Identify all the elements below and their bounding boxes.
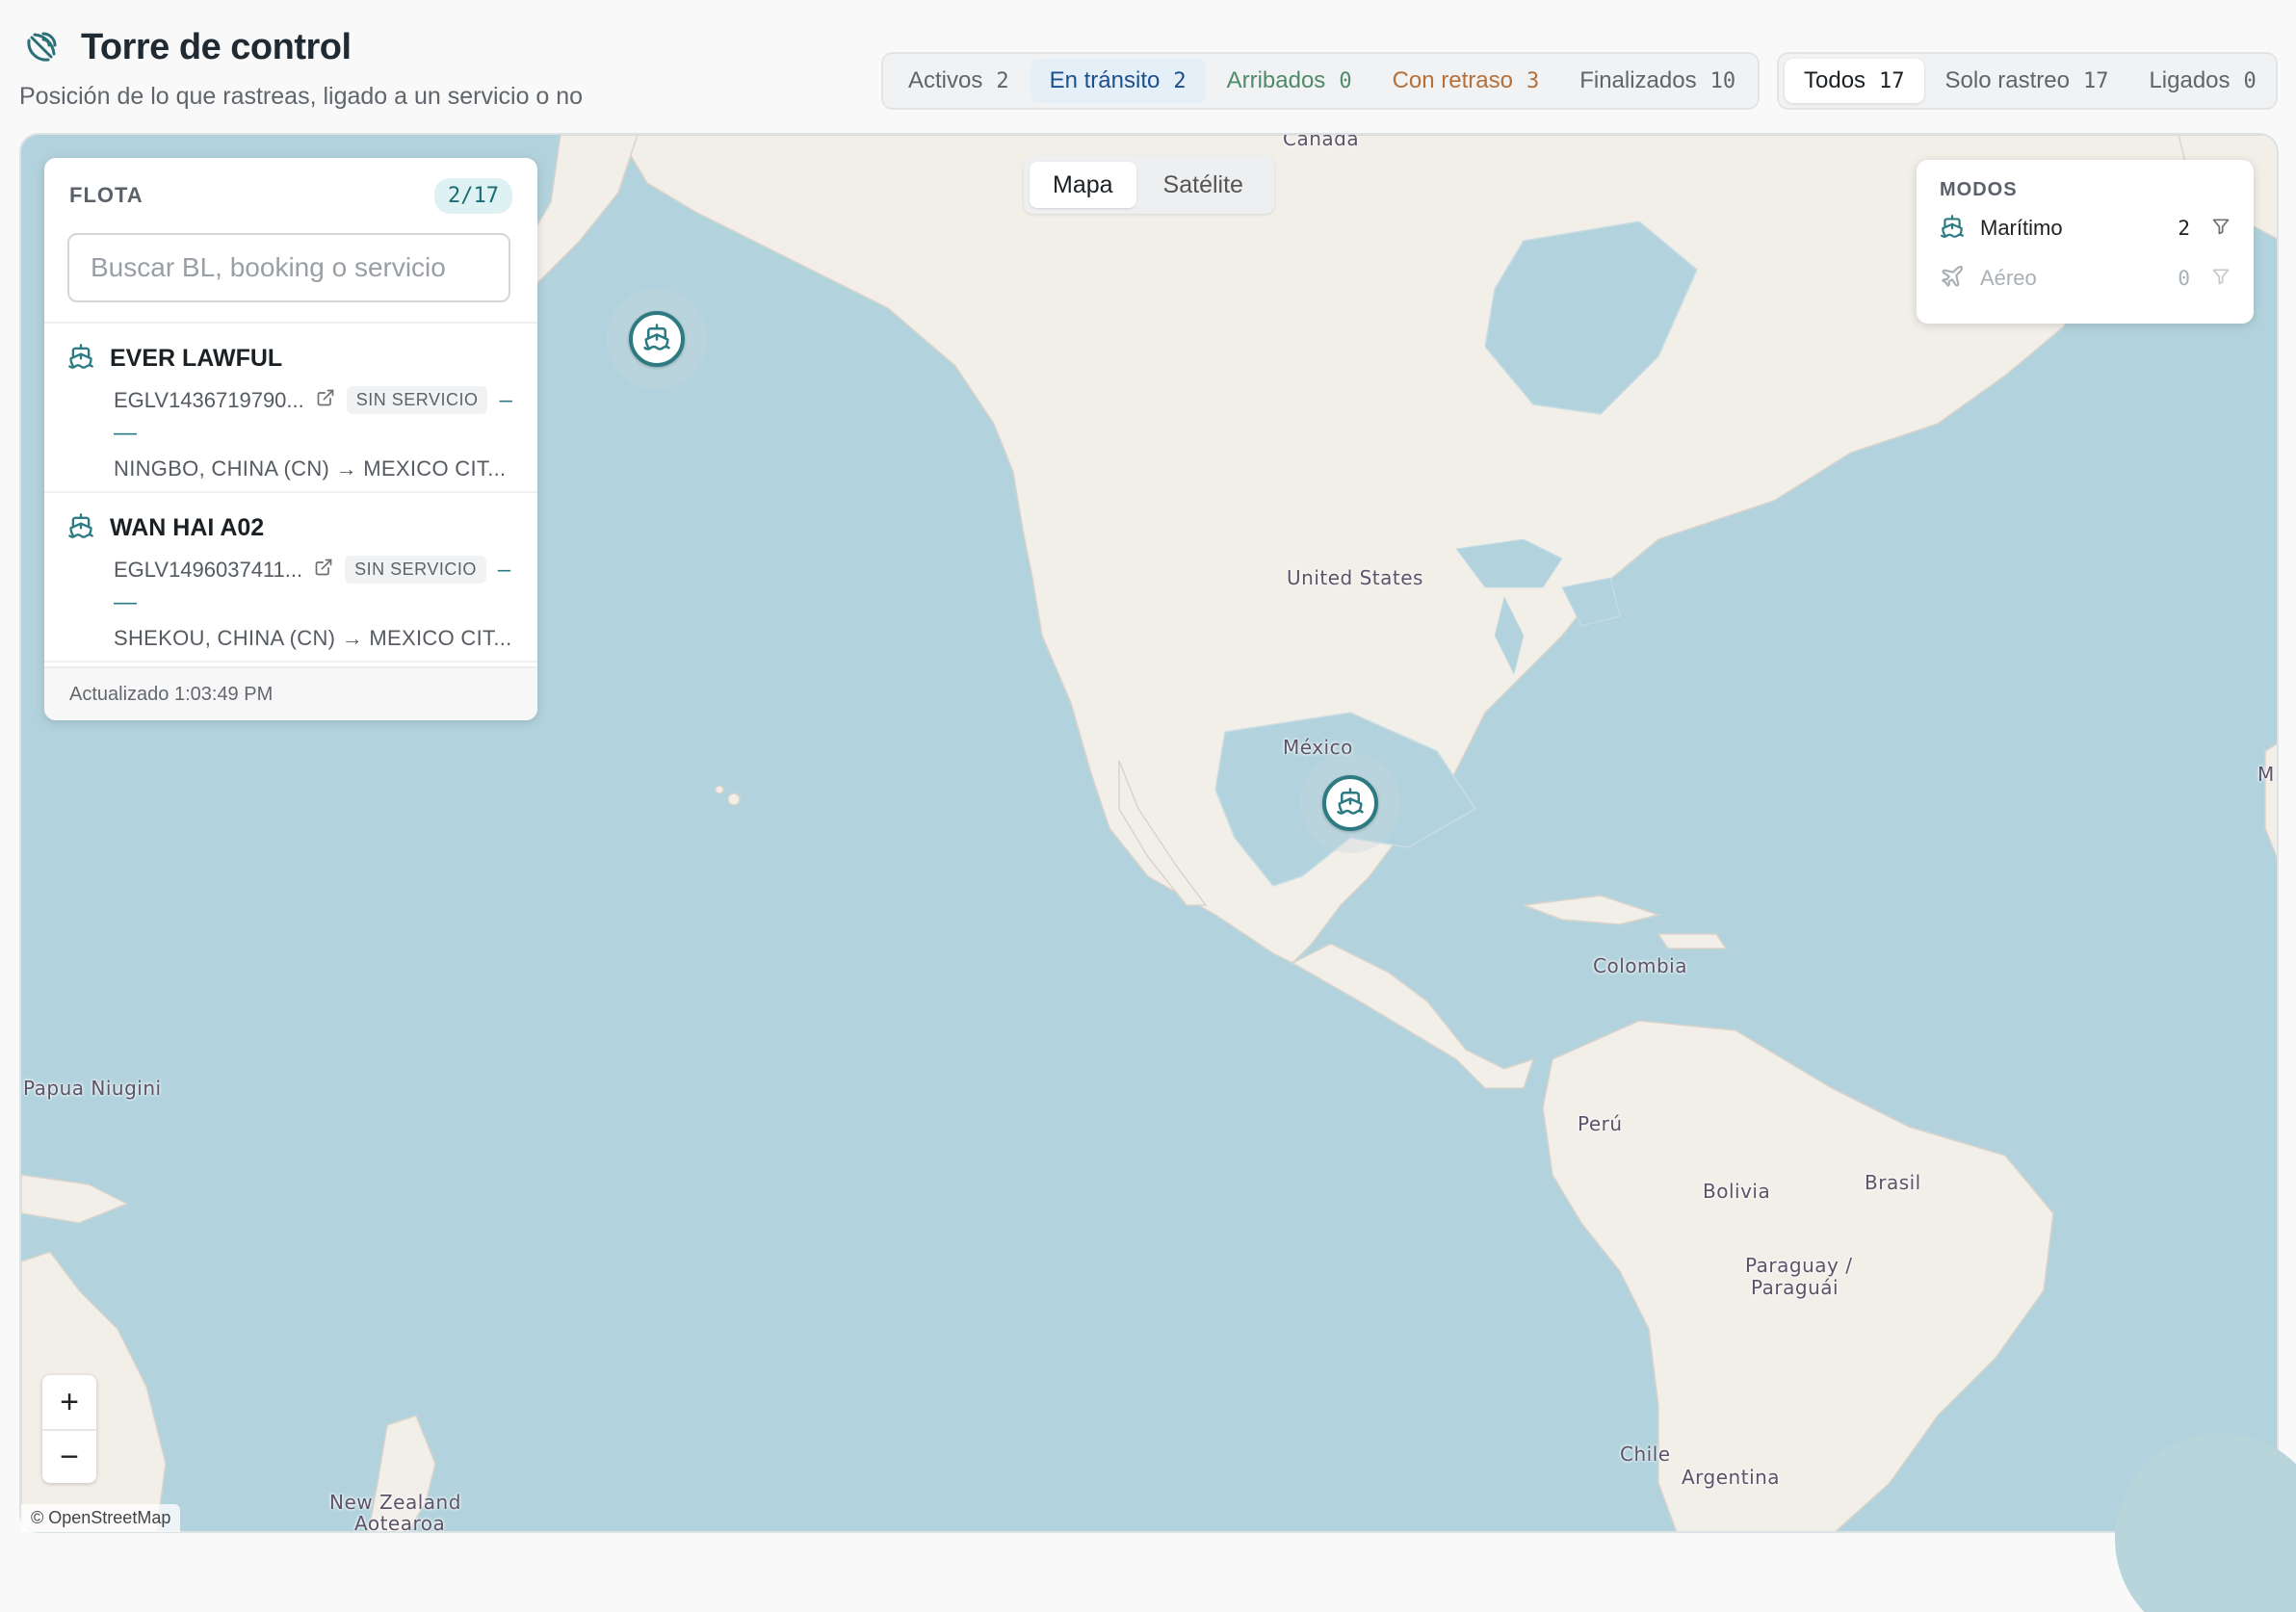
- ship-icon: [67, 512, 94, 544]
- mode-row-maritime[interactable]: Marítimo 2: [1940, 205, 2231, 251]
- vessel-name: WAN HAI A02: [110, 514, 265, 541]
- scope-filter-group: Todos 17 Solo rastreo 17 Ligados 0: [1777, 52, 2278, 110]
- map-label-paraguai: Paraguái: [1751, 1276, 1839, 1299]
- map-label-paraguay: Paraguay /: [1745, 1254, 1853, 1277]
- map-label-canada: Canada: [1283, 133, 1360, 150]
- modes-panel: MODOS Marítimo 2 Aéreo 0: [1917, 160, 2254, 324]
- modes-title: MODOS: [1940, 179, 2018, 200]
- plane-icon: [1940, 264, 1965, 294]
- filter-arribados[interactable]: Arribados 0: [1208, 59, 1371, 103]
- status-filter-group: Activos 2 En tránsito 2 Arribados 0 Con …: [881, 52, 1760, 110]
- map-label-bolivia: Bolivia: [1703, 1180, 1771, 1203]
- ship-icon: [1940, 214, 1965, 244]
- map-label-argentina: Argentina: [1682, 1466, 1781, 1489]
- vessel-route: NINGBO, CHINA (CN) → MEXICO CIT...: [114, 456, 507, 481]
- filter-solo-rastreo[interactable]: Solo rastreo 17: [1926, 59, 2128, 103]
- filter-ligados[interactable]: Ligados 0: [2129, 59, 2275, 103]
- service-status-badge: SIN SERVICIO: [346, 386, 488, 414]
- filter-label: Arribados: [1226, 67, 1326, 93]
- filter-icon[interactable]: [2211, 217, 2231, 241]
- fleet-panel: FLOTA 2/17 EVER LAWFUL EGLV1436719790...…: [44, 158, 537, 720]
- external-link-icon[interactable]: [316, 388, 335, 412]
- map-label-united-states: United States: [1287, 566, 1423, 589]
- filter-count: 0: [1339, 68, 1352, 93]
- vessel-bl: EGLV1496037411...: [114, 557, 303, 582]
- filter-finalizados[interactable]: Finalizados 10: [1560, 59, 1755, 103]
- mode-count: 0: [2178, 267, 2190, 290]
- service-status-badge: SIN SERVICIO: [345, 556, 486, 584]
- filter-count: 10: [1709, 68, 1736, 93]
- fleet-count-badge: 2/17: [434, 177, 512, 214]
- filter-en-transito[interactable]: En tránsito 2: [1030, 59, 1206, 103]
- filter-label: Con retraso: [1392, 67, 1513, 93]
- page-header: Torre de control Posición de lo que rast…: [19, 25, 583, 111]
- mode-count: 2: [2178, 217, 2190, 240]
- vessel-list-item[interactable]: EVER LAWFUL EGLV1436719790... SIN SERVIC…: [44, 324, 537, 493]
- map-type-toggle: Mapa Satélite: [1024, 156, 1274, 214]
- filter-label: Todos: [1804, 67, 1866, 93]
- map-label-papua-niugini: Papua Niugini: [23, 1077, 162, 1100]
- filter-icon[interactable]: [2211, 267, 2231, 291]
- filter-count: 0: [2243, 68, 2257, 93]
- map-label-aotearoa: Aotearoa: [354, 1512, 446, 1533]
- eta-dash-secondary: —: [114, 589, 137, 615]
- mode-row-air[interactable]: Aéreo 0: [1940, 255, 2231, 301]
- map-attribution[interactable]: © OpenStreetMap: [21, 1504, 181, 1532]
- ship-icon: [1336, 787, 1365, 820]
- mode-label: Marítimo: [1980, 216, 2063, 240]
- filter-activos[interactable]: Activos 2: [889, 59, 1029, 103]
- fleet-title: FLOTA: [69, 183, 144, 207]
- eta-dash: –: [499, 386, 512, 413]
- map-label-chile: Chile: [1620, 1443, 1671, 1466]
- mode-label: Aéreo: [1980, 266, 2037, 290]
- satellite-dish-icon: [19, 25, 64, 69]
- vessel-marker-ever-lawful[interactable]: [607, 289, 707, 389]
- vessel-name: EVER LAWFUL: [110, 345, 283, 372]
- ship-icon: [642, 323, 671, 356]
- zoom-out-button[interactable]: −: [42, 1429, 96, 1483]
- zoom-in-button[interactable]: +: [42, 1375, 96, 1429]
- fleet-search-input[interactable]: [67, 233, 510, 302]
- page-subtitle: Posición de lo que rastreas, ligado a un…: [19, 83, 584, 110]
- map-label-edge: M.: [2257, 763, 2277, 786]
- filter-label: Activos: [908, 67, 983, 93]
- zoom-controls: + −: [42, 1375, 96, 1483]
- filter-label: Finalizados: [1579, 67, 1697, 93]
- ship-icon: [67, 343, 94, 375]
- filter-todos[interactable]: Todos 17: [1785, 59, 1924, 103]
- page-title: Torre de control: [81, 26, 352, 67]
- filter-count: 17: [1879, 68, 1905, 93]
- map-label-brasil: Brasil: [1865, 1171, 1921, 1194]
- filter-label: Ligados: [2149, 67, 2231, 93]
- filter-count: 3: [1526, 68, 1540, 93]
- last-updated: Actualizado 1:03:49 PM: [44, 666, 537, 720]
- filter-label: Solo rastreo: [1944, 67, 2070, 93]
- filter-label: En tránsito: [1049, 67, 1161, 93]
- filter-count: 2: [996, 68, 1009, 93]
- vessel-bl: EGLV1436719790...: [114, 387, 304, 412]
- filter-con-retraso[interactable]: Con retraso 3: [1373, 59, 1559, 103]
- vessel-marker-wan-hai[interactable]: [1300, 753, 1400, 853]
- map-label-peru: Perú: [1578, 1112, 1623, 1135]
- filter-count: 2: [1173, 68, 1187, 93]
- vessel-list-item[interactable]: WAN HAI A02 EGLV1496037411... SIN SERVIC…: [44, 493, 537, 663]
- map-label-colombia: Colombia: [1593, 954, 1687, 977]
- toggle-satellite[interactable]: Satélite: [1140, 162, 1266, 208]
- eta-dash-secondary: —: [114, 420, 137, 446]
- external-link-icon[interactable]: [314, 558, 333, 582]
- vessel-route: SHEKOU, CHINA (CN) → MEXICO CIT...: [114, 626, 512, 650]
- eta-dash: –: [497, 556, 511, 583]
- map-label-new-zealand: New Zealand: [329, 1491, 461, 1514]
- filter-count: 17: [2082, 68, 2109, 93]
- toggle-map[interactable]: Mapa: [1030, 162, 1136, 208]
